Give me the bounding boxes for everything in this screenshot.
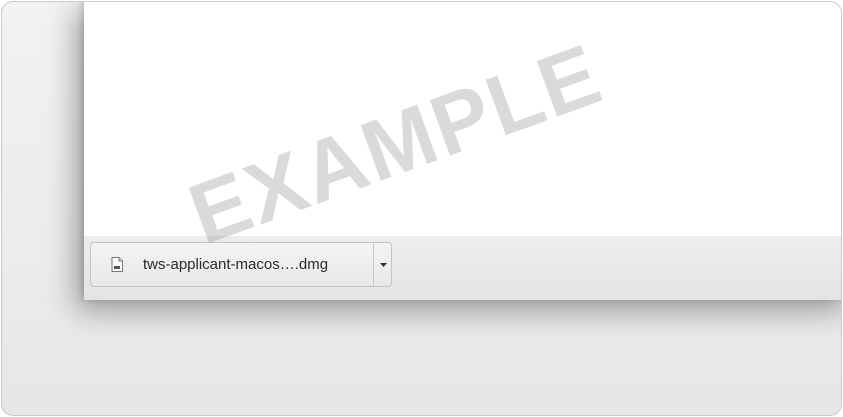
document-icon [111, 257, 123, 272]
download-shelf: tws-applicant-macos….dmg [84, 236, 841, 300]
item-divider [373, 243, 374, 286]
download-file-name[interactable]: tws-applicant-macos….dmg [143, 256, 328, 273]
download-item[interactable]: tws-applicant-macos….dmg [90, 242, 392, 287]
page-content-area [84, 2, 841, 237]
screenshot-frame: tws-applicant-macos….dmg EXAMPLE [1, 1, 842, 416]
browser-window: tws-applicant-macos….dmg [84, 2, 841, 300]
dropdown-arrow-icon[interactable] [375, 243, 392, 286]
